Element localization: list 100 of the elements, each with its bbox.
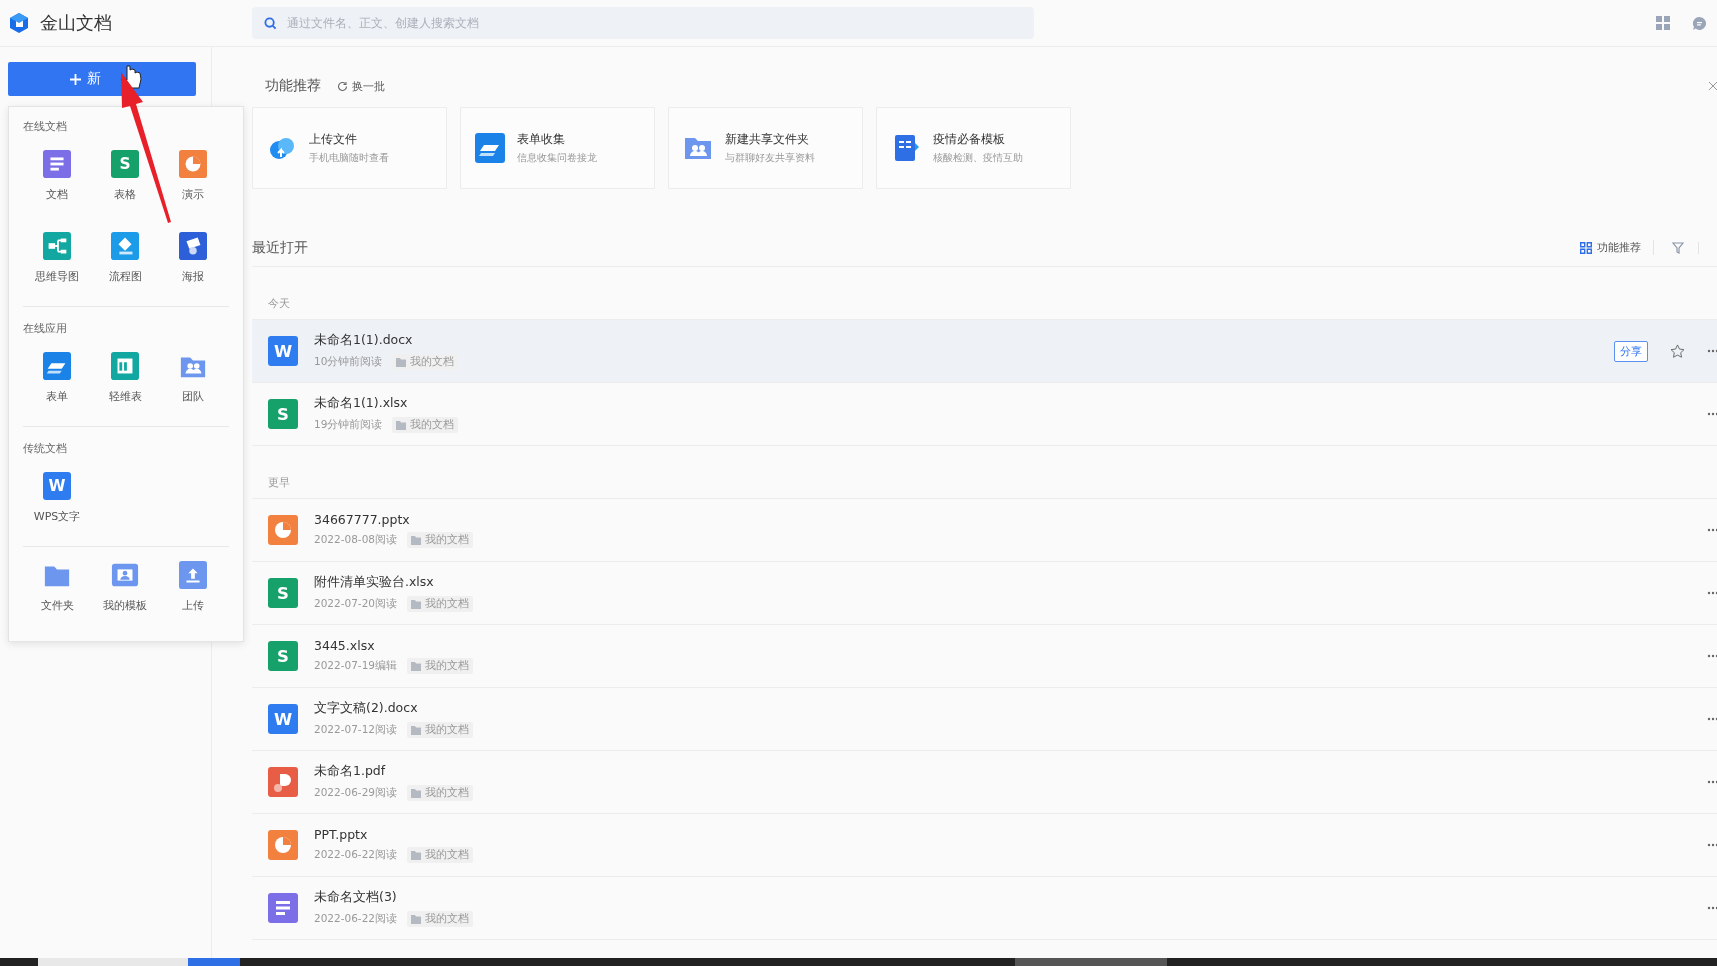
share-button[interactable]: 分享 <box>1614 340 1648 362</box>
menu-item[interactable]: 思维导图 <box>23 228 91 288</box>
filter-icon[interactable] <box>1672 241 1684 254</box>
sheet-icon: S <box>111 150 139 178</box>
feature-card[interactable]: 新建共享文件夹 与群聊好友共享资料 <box>668 107 863 189</box>
file-name: 未命名文档(3) <box>314 889 398 906</box>
menu-item[interactable]: 上传 <box>159 557 227 617</box>
text-doc-icon <box>43 150 71 178</box>
more-icon[interactable] <box>1707 717 1717 721</box>
card-subtitle: 信息收集问卷接龙 <box>517 151 597 165</box>
word-doc-icon: W <box>268 336 298 366</box>
menu-item[interactable]: 演示 <box>159 146 227 206</box>
menu-section-title: 在线文档 <box>23 119 68 135</box>
file-row[interactable]: S 附件清单实验台.xlsx 2022-07-20阅读 我的文档 <box>252 562 1717 625</box>
feature-button[interactable]: 功能推荐 <box>1568 240 1654 255</box>
file-meta: 2022-06-22阅读 <box>314 848 398 862</box>
pie-chart-icon <box>268 830 298 860</box>
card-title: 新建共享文件夹 <box>725 131 810 148</box>
flowchart-icon <box>111 232 139 260</box>
more-icon[interactable] <box>1707 528 1717 532</box>
file-meta: 2022-06-29阅读 <box>314 786 398 800</box>
file-meta: 2022-06-22阅读 <box>314 912 398 926</box>
card-title: 上传文件 <box>309 131 358 148</box>
group-label: 今天 <box>268 296 290 311</box>
pie-chart-icon <box>179 150 207 178</box>
card-title: 表单收集 <box>517 131 566 148</box>
file-meta: 2022-07-19编辑 <box>314 659 398 673</box>
menu-item[interactable]: 我的模板 <box>91 557 159 617</box>
file-name: 未命名1.pdf <box>314 763 387 780</box>
refresh-link[interactable]: 换一批 <box>337 78 385 94</box>
star-icon[interactable] <box>1670 343 1685 359</box>
file-meta: 2022-08-08阅读 <box>314 533 398 547</box>
file-row[interactable]: S 未命名1(1).xlsx 19分钟前阅读 我的文档 <box>252 383 1717 446</box>
file-row[interactable]: PPT.pptx 2022-06-22阅读 我的文档 <box>252 814 1717 877</box>
menu-item[interactable]: 流程图 <box>91 228 159 288</box>
pie-chart-icon <box>268 515 298 545</box>
more-icon[interactable] <box>1707 591 1717 595</box>
file-row[interactable]: S 3445.xlsx 2022-07-19编辑 我的文档 <box>252 625 1717 688</box>
file-meta: 19分钟前阅读 <box>314 418 383 432</box>
plus-icon <box>70 73 81 85</box>
file-meta: 2022-07-20阅读 <box>314 597 398 611</box>
more-icon[interactable] <box>1707 843 1717 847</box>
table-icon <box>111 352 139 380</box>
file-row[interactable]: 未命名1.pdf 2022-06-29阅读 我的文档 <box>252 751 1717 814</box>
new-button[interactable]: 新 <box>8 62 196 96</box>
card-subtitle: 核酸检测、疫情互助 <box>933 151 1023 165</box>
card-subtitle: 手机电脑随时查看 <box>309 151 389 165</box>
template-icon <box>111 561 139 589</box>
menu-item[interactable]: W WPS文字 <box>23 468 91 528</box>
sheet-icon: S <box>268 399 298 429</box>
file-name: 未命名1(1).docx <box>314 332 414 349</box>
file-row[interactable]: 未命名文档(3) 2022-06-22阅读 我的文档 <box>252 877 1717 940</box>
upload-icon <box>179 561 207 589</box>
file-name: 3445.xlsx <box>314 638 376 653</box>
menu-item[interactable]: 团队 <box>159 348 227 408</box>
mind-map-icon <box>43 232 71 260</box>
file-name: 34667777.pptx <box>314 512 411 527</box>
group-label: 更早 <box>268 475 290 490</box>
more-icon[interactable] <box>1707 349 1717 353</box>
more-icon[interactable] <box>1707 780 1717 784</box>
word-doc-icon: W <box>43 472 71 500</box>
logo-icon <box>8 12 30 34</box>
file-meta: 2022-07-12阅读 <box>314 723 398 737</box>
menu-item[interactable]: 文档 <box>23 146 91 206</box>
menu-item[interactable]: 海报 <box>159 228 227 288</box>
close-icon[interactable] <box>1708 81 1717 91</box>
search-field[interactable]: 通过文件名、正文、创建人搜索文档 <box>252 7 1034 39</box>
card-title: 疫情必备模板 <box>933 131 1006 148</box>
more-icon[interactable] <box>1707 906 1717 910</box>
word-doc-icon: W <box>268 704 298 734</box>
refresh-icon <box>337 80 348 92</box>
file-row[interactable]: W 文字文稿(2).docx 2022-07-12阅读 我的文档 <box>252 688 1717 751</box>
more-icon[interactable] <box>1707 412 1717 416</box>
app-title: 金山文档 <box>40 11 112 35</box>
section-title: 最近打开 <box>252 238 308 257</box>
sheet-icon: S <box>268 641 298 671</box>
file-name: PPT.pptx <box>314 827 369 842</box>
feature-card[interactable]: 疫情必备模板 核酸检测、疫情互助 <box>876 107 1071 189</box>
menu-section-title: 传统文档 <box>23 441 68 457</box>
file-name: 文字文稿(2).docx <box>314 700 419 717</box>
search-icon <box>264 17 277 30</box>
file-row[interactable]: 34667777.pptx 2022-08-08阅读 我的文档 <box>252 499 1717 562</box>
form-icon <box>43 352 71 380</box>
text-doc-icon <box>268 893 298 923</box>
grid-icon <box>1580 241 1592 254</box>
feature-card[interactable]: 上传文件 手机电脑随时查看 <box>252 107 447 189</box>
pdf-icon <box>268 767 298 797</box>
menu-section-title: 在线应用 <box>23 321 68 337</box>
file-meta: 10分钟前阅读 <box>314 355 383 369</box>
file-name: 未命名1(1).xlsx <box>314 395 409 412</box>
menu-item[interactable]: 轻维表 <box>91 348 159 408</box>
form-icon <box>475 133 505 163</box>
menu-item[interactable]: 表单 <box>23 348 91 408</box>
feature-card[interactable]: 表单收集 信息收集问卷接龙 <box>460 107 655 189</box>
menu-item[interactable]: 文件夹 <box>23 557 91 617</box>
file-row[interactable]: W 未命名1(1).docx 10分钟前阅读 我的文档 分享 <box>252 320 1717 383</box>
poster-icon <box>179 232 207 260</box>
card-subtitle: 与群聊好友共享资料 <box>725 151 815 165</box>
more-icon[interactable] <box>1707 654 1717 658</box>
section-title: 功能推荐 <box>265 77 321 95</box>
